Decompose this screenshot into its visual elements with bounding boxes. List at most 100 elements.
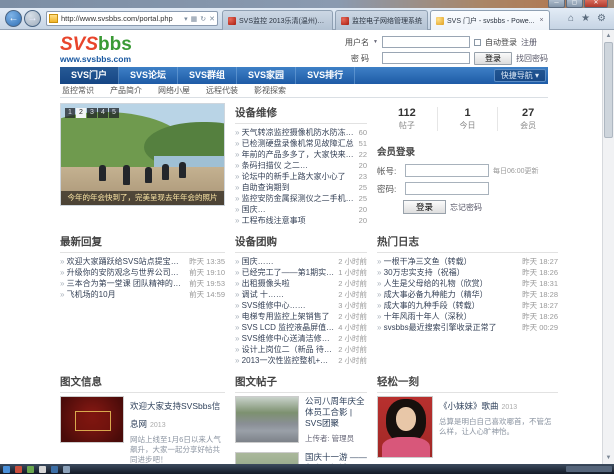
stop-icon[interactable]: ✕	[209, 15, 215, 23]
nav-rank[interactable]: SVS排行	[296, 67, 355, 84]
subnav-item-1[interactable]: 监控常识	[62, 85, 94, 96]
list-item[interactable]: 三本合为第一堂课 团队精神的经典培训前天 19:53	[60, 278, 225, 289]
post-link[interactable]: 调试 十……	[235, 289, 335, 300]
star-icon[interactable]: ★	[581, 13, 590, 24]
post-link[interactable]: 自助查询期到	[235, 182, 356, 193]
login-button[interactable]: 登录	[474, 52, 512, 65]
list-item[interactable]: svsbbs最近搜索引擎收录正常了昨天 00:29	[377, 322, 558, 333]
taskbar-app-icon[interactable]	[39, 466, 46, 473]
outdoor-photo-thumbnail[interactable]	[235, 452, 299, 464]
post-link[interactable]: 成大事必备九种能力（精华）	[377, 289, 519, 300]
post-link[interactable]: 工程布线注意事项	[235, 215, 356, 226]
post-link[interactable]: 条码扫描仪 之二…	[235, 160, 356, 171]
list-item[interactable]: 已检测硬盘录像机常见故障汇总51	[235, 138, 367, 149]
maximize-button[interactable]: ▢	[566, 0, 583, 8]
taskbar-tray[interactable]	[566, 466, 612, 472]
post-link[interactable]: 欢迎大家踊跃给SVS站点提宝贵意见	[60, 256, 186, 267]
list-item[interactable]: 年前的产品多多了，大家快来抢购特价机啦22	[235, 149, 367, 160]
post-link[interactable]: SVS维修中心送清洁修复套装	[235, 333, 335, 344]
list-item[interactable]: 出租摄像头啦2 小时前	[235, 278, 367, 289]
username-input[interactable]	[382, 36, 470, 48]
address-bar[interactable]: http://www.svsbbs.com/portal.php ▾ ▦ ↻ ✕	[46, 11, 218, 26]
pager-1[interactable]: 1	[65, 108, 75, 118]
home-icon[interactable]: ⌂	[568, 13, 574, 24]
post-link[interactable]: 天气转凉监控摄像机防水防冻注意事项	[235, 127, 356, 138]
panel-password-input[interactable]	[405, 182, 489, 195]
post-link[interactable]: 出租摄像头啦	[235, 278, 335, 289]
list-item[interactable]: 成大事的九种手段（转载）昨天 18:27	[377, 300, 558, 311]
taskbar-app-icon[interactable]	[15, 466, 22, 473]
info-thumbnail[interactable]	[60, 396, 124, 443]
list-item[interactable]: 调试 十……2 小时前	[235, 289, 367, 300]
taskbar-app-icon[interactable]	[51, 466, 58, 473]
post-link[interactable]: 已经完工了——第1期实训班现场直播	[235, 267, 335, 278]
post-link[interactable]: 国庆……	[235, 256, 335, 267]
list-item[interactable]: 国庆…20	[235, 204, 367, 215]
post-link[interactable]: 设计上岗位二（新品 待售）	[235, 344, 335, 355]
slideshow-caption[interactable]: 今年的年会快到了，完美呈现去年年会的照片	[61, 191, 224, 205]
list-item[interactable]: 成大事必备九种能力（精华）昨天 18:28	[377, 289, 558, 300]
post-link[interactable]: 一根干净三文鱼（转载）	[377, 256, 519, 267]
subnav-item-3[interactable]: 网络小屋	[158, 85, 190, 96]
back-button[interactable]: ←	[5, 10, 22, 27]
entry-title[interactable]: 公司八周年庆全体员工合影 | SVS团聚	[305, 396, 367, 429]
list-item[interactable]: 监控安防金属探测仪之二手机知多少25	[235, 193, 367, 204]
list-item[interactable]: 欢迎大家踊跃给SVS站点提宝贵意见昨天 13:35	[60, 256, 225, 267]
post-link[interactable]: 十年风雨十年人（深秋）	[377, 311, 519, 322]
list-item[interactable]: 30万忠实支持（祝福）昨天 18:26	[377, 267, 558, 278]
post-link[interactable]: 已检测硬盘录像机常见故障汇总	[235, 138, 356, 149]
entry-title[interactable]: 国庆十一游 ——象山影视城1000响石探秘[组图]	[305, 452, 367, 464]
post-link[interactable]: 年前的产品多多了，大家快来抢购特价机啦	[235, 149, 356, 160]
post-link[interactable]: SVS维修中心……	[235, 300, 335, 311]
pager-4[interactable]: 4	[98, 108, 108, 118]
password-input[interactable]	[382, 52, 470, 64]
list-item[interactable]: 飞机场的10月前天 14:59	[60, 289, 225, 300]
group-photo-thumbnail[interactable]	[235, 396, 299, 443]
portrait-thumbnail[interactable]	[377, 396, 433, 458]
list-item[interactable]: SVS维修中心送清洁修复套装2 小时前	[235, 333, 367, 344]
remember-checkbox[interactable]	[474, 39, 481, 46]
post-link[interactable]: 论坛中的新手上路大家小心了	[235, 171, 356, 182]
forgot-password-link[interactable]: 找回密码	[516, 53, 548, 64]
quick-nav-dropdown[interactable]: 快捷导航 ▾	[494, 69, 546, 82]
list-item[interactable]: 设计上岗位二（新品 待售）2 小时前	[235, 344, 367, 355]
post-link[interactable]: 成大事的九种手段（转载）	[377, 300, 519, 311]
list-item[interactable]: 人生是父母给的礼物（欣赏）昨天 18:31	[377, 278, 558, 289]
post-link[interactable]: 2013一次性监控整机+配件	[235, 355, 335, 366]
post-link[interactable]: 30万忠实支持（祝福）	[377, 267, 519, 278]
pager-3[interactable]: 3	[87, 108, 97, 118]
subnav-item-4[interactable]: 远程代装	[206, 85, 238, 96]
post-link[interactable]: 国庆…	[235, 204, 356, 215]
windows-taskbar[interactable]	[0, 464, 614, 474]
forward-button[interactable]: →	[24, 10, 41, 27]
nav-home[interactable]: SVS家园	[237, 67, 296, 84]
account-input[interactable]	[405, 164, 489, 177]
register-link[interactable]: 注册	[521, 37, 537, 48]
minimize-button[interactable]: ─	[548, 0, 565, 8]
post-link[interactable]: 升级你的安防观念与世界公司保持同步吧	[60, 267, 186, 278]
list-item[interactable]: 已经完工了——第1期实训班现场直播1 小时前	[235, 267, 367, 278]
tab-management-system[interactable]: 监控电子网络管理系统	[335, 10, 428, 30]
entry-title[interactable]: 欢迎大家支持SVSbbs信息网	[130, 401, 220, 429]
url-dropdown-icon[interactable]: ▾	[184, 15, 188, 23]
post-link[interactable]: 电梯专用监控上架销售了	[235, 311, 335, 322]
list-item[interactable]: 工程布线注意事项20	[235, 215, 367, 226]
list-item[interactable]: SVS维修中心……3 小时前	[235, 300, 367, 311]
slideshow[interactable]: 1 2 3 4 5 今年的年会快到了，完美呈现去年年会的照片	[60, 103, 225, 206]
list-item[interactable]: 电梯专用监控上架销售了2 小时前	[235, 311, 367, 322]
tab-close-icon[interactable]: ×	[540, 17, 544, 24]
list-item[interactable]: 天气转凉监控摄像机防水防冻注意事项60	[235, 127, 367, 138]
gear-icon[interactable]: ⚙	[597, 13, 606, 24]
list-item[interactable]: 条码扫描仪 之二…20	[235, 160, 367, 171]
panel-login-button[interactable]: 登录	[403, 200, 446, 214]
tab-svs-expo[interactable]: SVS监控 2013乐清(温州)安防展...	[222, 10, 333, 30]
list-item[interactable]: 2013一次性监控整机+配件2 小时前	[235, 355, 367, 366]
list-item[interactable]: 一根干净三文鱼（转载）昨天 18:27	[377, 256, 558, 267]
tab-svs-portal-active[interactable]: SVS 门户 - svsbbs - Powe... ×	[430, 10, 550, 30]
taskbar-app-icon[interactable]	[63, 466, 70, 473]
pager-5[interactable]: 5	[109, 108, 119, 118]
subnav-item-2[interactable]: 产品简介	[110, 85, 142, 96]
close-button[interactable]: ✕	[584, 0, 608, 8]
taskbar-start-icon[interactable]	[3, 466, 10, 473]
pager-2-active[interactable]: 2	[76, 108, 86, 118]
